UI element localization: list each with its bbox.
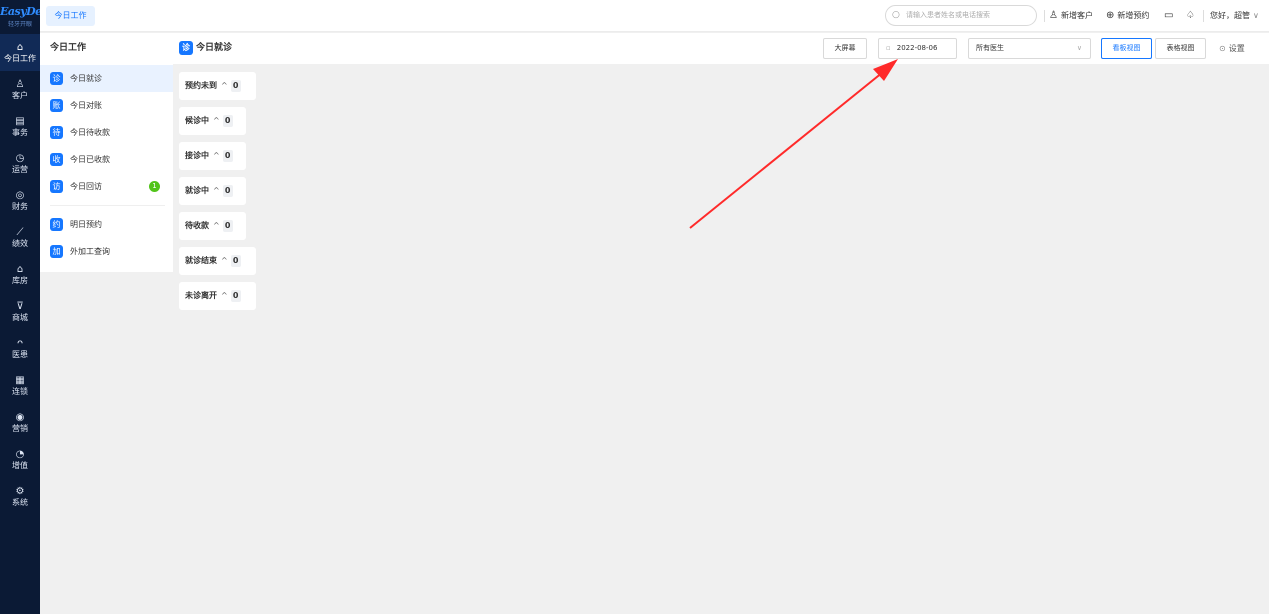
annotation-arrow xyxy=(689,59,898,229)
